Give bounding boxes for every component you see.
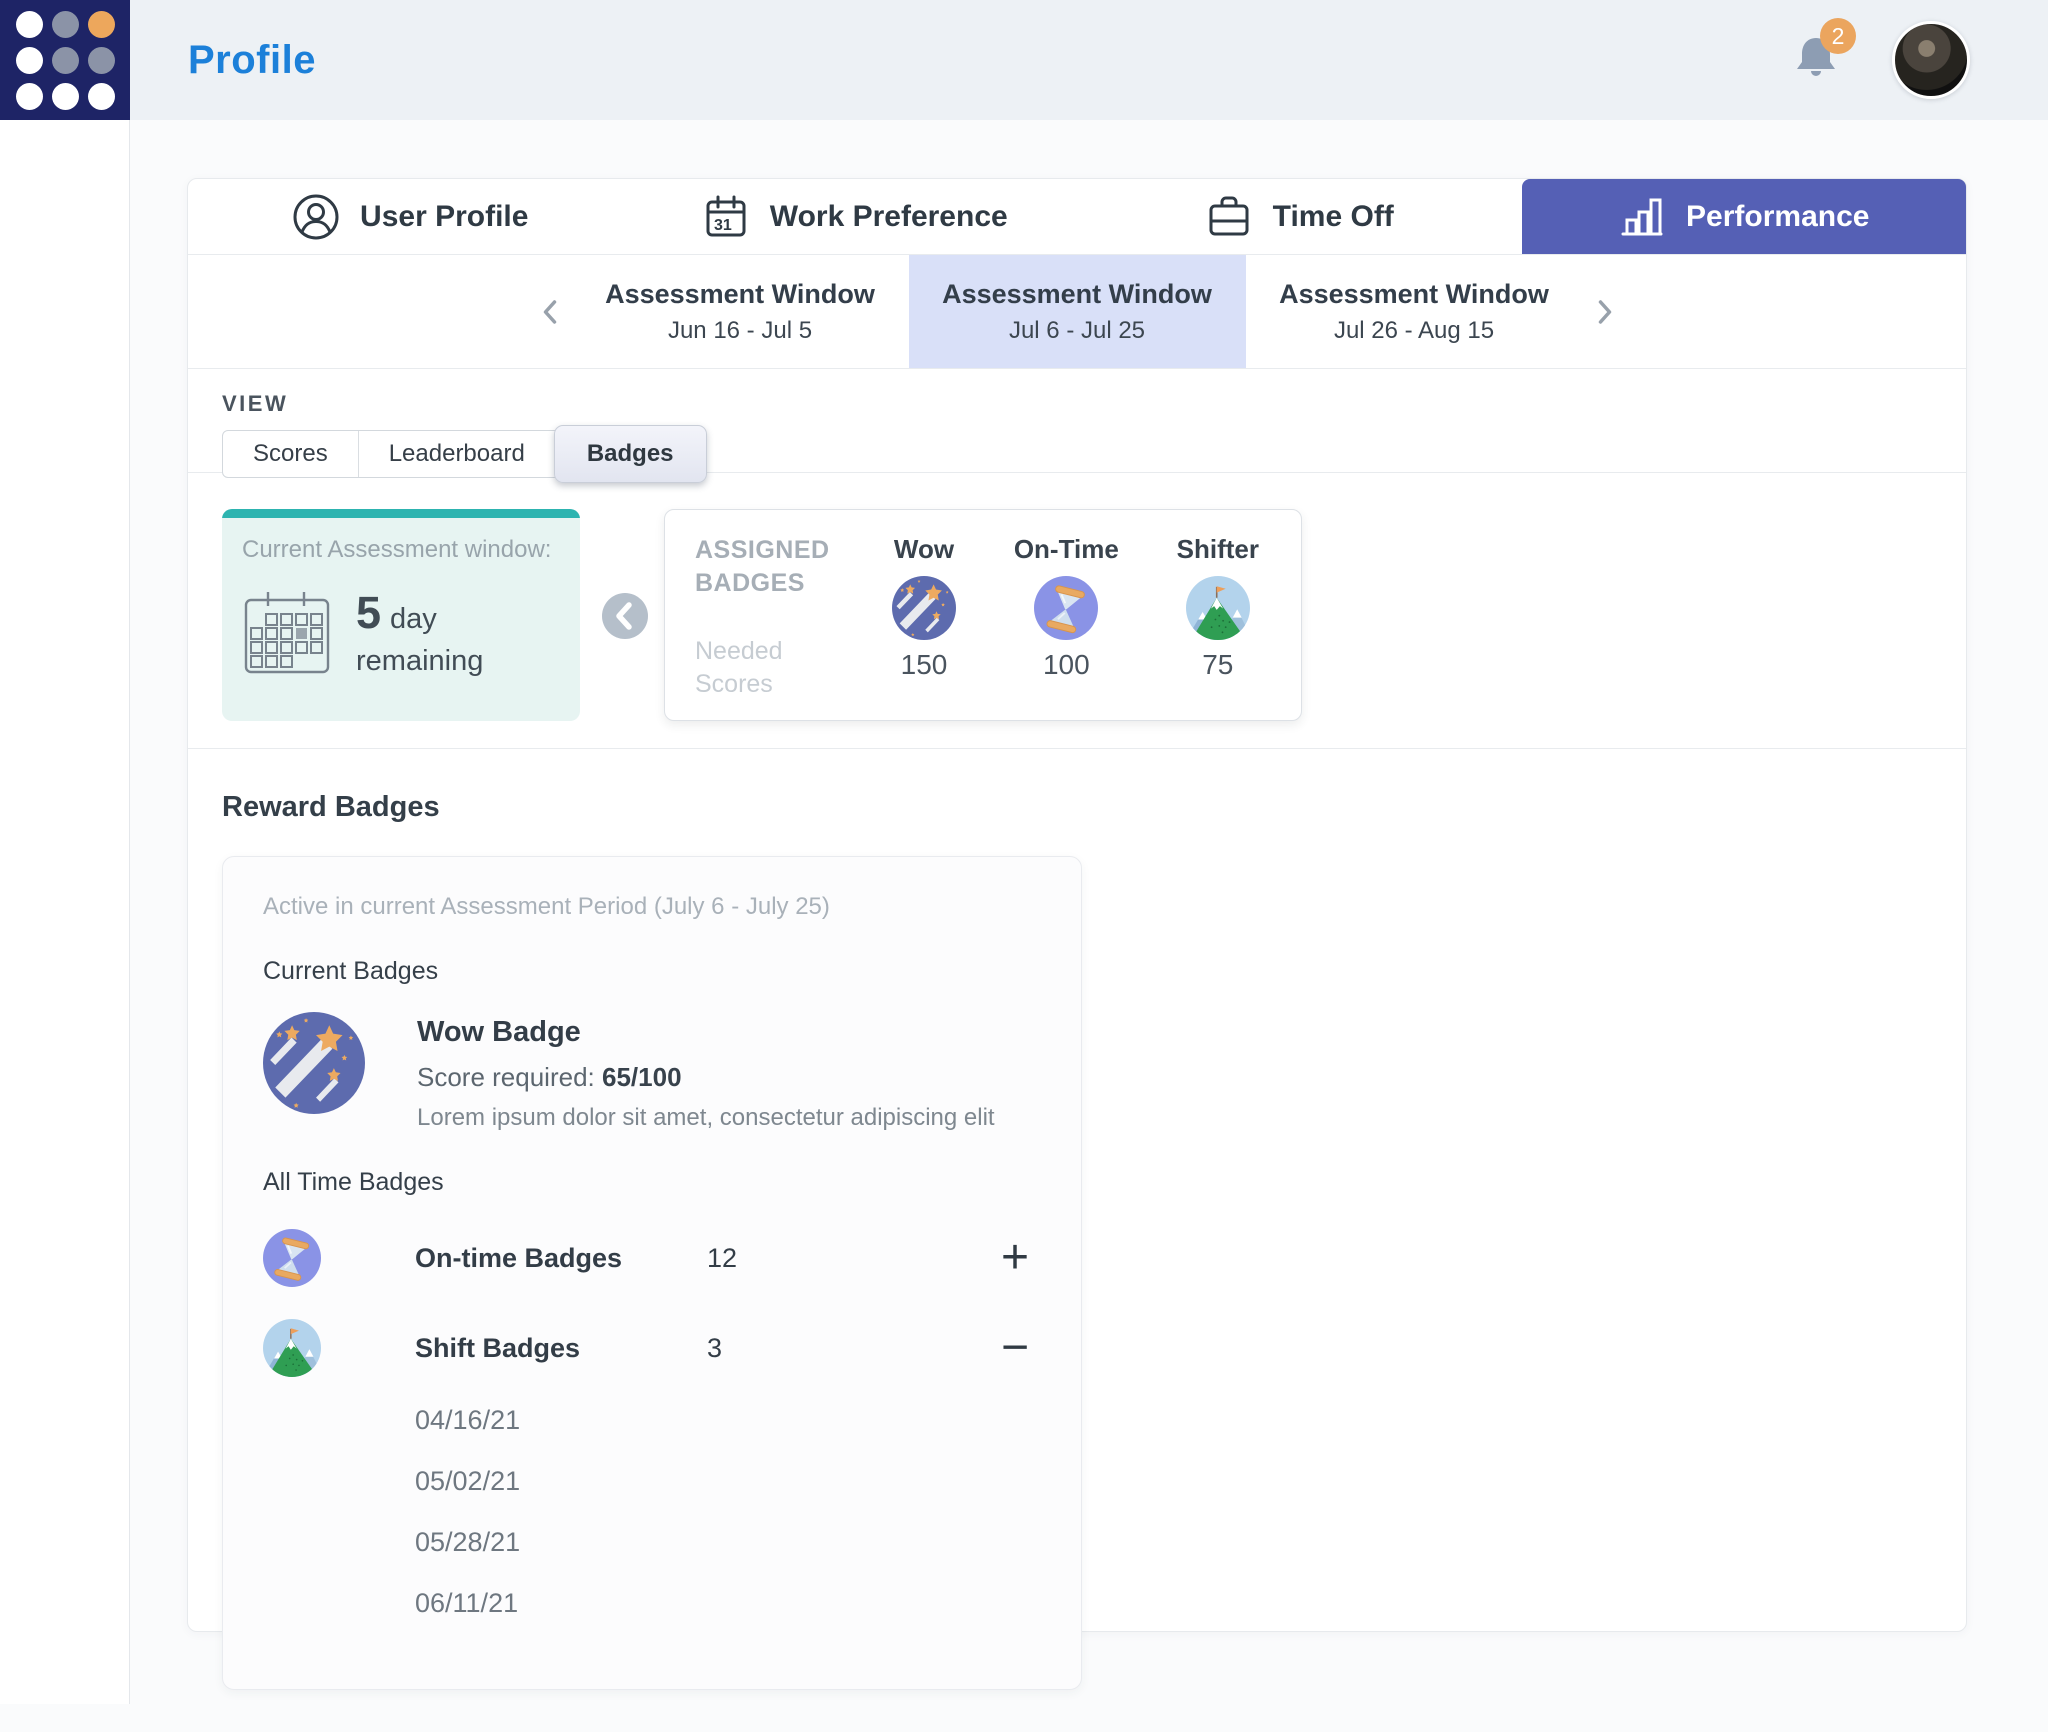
assessment-window-3[interactable]: Assessment Window Jul 26 - Aug 15	[1246, 255, 1583, 368]
calendar-large-icon	[242, 588, 332, 676]
view-label: VIEW	[222, 391, 1966, 417]
chevron-left-circle-icon	[602, 593, 648, 639]
assessment-window-2-selected[interactable]: Assessment Window Jul 6 - Jul 25	[909, 255, 1246, 368]
user-icon	[292, 193, 340, 241]
tab-label: User Profile	[360, 200, 528, 234]
current-badge-description: Lorem ipsum dolor sit amet, consectetur …	[417, 1104, 995, 1132]
chevron-right-icon	[1591, 298, 1619, 326]
window-dates: Jul 6 - Jul 25	[1009, 317, 1145, 345]
bar-chart-icon	[1618, 193, 1666, 241]
app-header: Profile 2	[0, 0, 2048, 120]
badge-date: 05/02/21	[415, 1466, 1041, 1497]
badge-name: Shifter	[1177, 534, 1259, 565]
shift-badge-dates-list: 04/16/21 05/02/21 05/28/21 06/11/21	[415, 1405, 1041, 1619]
notification-count-badge: 2	[1820, 18, 1856, 54]
current-badge-score: Score required: 65/100	[417, 1062, 995, 1093]
badge-needed-score: 75	[1202, 649, 1233, 681]
next-window-button[interactable]	[1583, 255, 1627, 368]
active-period-note: Active in current Assessment Period (Jul…	[263, 893, 1041, 921]
assigned-badges-card: ASSIGNED BADGES Needed Scores Wow 150 On…	[664, 509, 1302, 721]
all-time-badge-count: 12	[707, 1243, 797, 1274]
main-area: User Profile Work Preference Time Off Pe…	[130, 120, 2048, 1704]
view-segmented-control: Scores Leaderboard Badges	[222, 430, 706, 478]
tab-performance[interactable]: Performance	[1522, 179, 1967, 254]
current-badge-name: Wow Badge	[417, 1016, 995, 1049]
window-dates: Jul 26 - Aug 15	[1334, 317, 1494, 345]
days-remaining-text: 5 day remaining	[356, 584, 483, 680]
reward-badges-card: Active in current Assessment Period (Jul…	[222, 856, 1082, 1690]
collapse-button[interactable]: −	[1001, 1328, 1041, 1368]
assigned-badge-shifter: Shifter 75	[1177, 534, 1259, 700]
teal-accent-bar	[222, 509, 580, 518]
view-option-leaderboard[interactable]: Leaderboard	[359, 431, 556, 477]
wow-badge-icon	[263, 1012, 365, 1114]
assessment-window-selector: Assessment Window Jun 16 - Jul 5 Assessm…	[188, 255, 1966, 369]
all-time-badge-name: Shift Badges	[415, 1333, 707, 1364]
badge-needed-score: 150	[901, 649, 948, 681]
all-time-row-ontime: On-time Badges 12 +	[263, 1229, 1041, 1287]
badge-name: Wow	[894, 534, 954, 565]
assessment-window-1[interactable]: Assessment Window Jun 16 - Jul 5	[572, 255, 909, 368]
assigned-badge-wow: Wow 150	[892, 534, 956, 700]
score-required-label: Score required:	[417, 1062, 595, 1092]
profile-tabs: User Profile Work Preference Time Off Pe…	[188, 179, 1966, 255]
notifications-button[interactable]: 2	[1792, 32, 1840, 88]
summary-row: Current Assessment window: 5 day remainin…	[188, 473, 1966, 721]
hourglass-badge-icon	[1034, 576, 1098, 640]
window-title: Assessment Window	[605, 279, 875, 310]
all-time-badge-name: On-time Badges	[415, 1243, 707, 1274]
remaining-label: remaining	[356, 643, 483, 681]
needed-scores-label: Needed Scores	[695, 635, 810, 700]
briefcase-icon	[1205, 193, 1253, 241]
view-option-badges-selected[interactable]: Badges	[554, 425, 707, 483]
assigned-badge-ontime: On-Time 100	[1014, 534, 1119, 700]
expand-button[interactable]: +	[1001, 1238, 1041, 1278]
mountain-badge-icon	[1186, 576, 1250, 640]
calendar-icon	[702, 193, 750, 241]
all-time-badges-label: All Time Badges	[263, 1168, 1041, 1197]
tab-user-profile[interactable]: User Profile	[188, 179, 633, 254]
current-window-label: Current Assessment window:	[242, 536, 560, 564]
profile-card: User Profile Work Preference Time Off Pe…	[187, 178, 1967, 1632]
user-avatar[interactable]	[1892, 21, 1970, 99]
days-unit: day	[390, 603, 437, 635]
hourglass-badge-icon	[263, 1229, 321, 1287]
wow-badge-icon	[892, 576, 956, 640]
reward-badges-heading: Reward Badges	[222, 791, 1932, 824]
badge-name: On-Time	[1014, 534, 1119, 565]
score-required-value: 65/100	[602, 1062, 682, 1092]
window-title: Assessment Window	[1279, 279, 1549, 310]
window-dates: Jun 16 - Jul 5	[668, 317, 812, 345]
left-sidebar	[0, 120, 130, 1704]
days-value: 5	[356, 587, 381, 638]
logo-dots-icon	[16, 11, 115, 110]
tab-label: Time Off	[1273, 200, 1394, 234]
previous-window-button[interactable]	[528, 255, 572, 368]
reward-badges-section: Reward Badges Active in current Assessme…	[188, 749, 1966, 1732]
view-switcher-row: VIEW Scores Leaderboard Badges	[188, 369, 1966, 473]
view-option-scores[interactable]: Scores	[223, 431, 359, 477]
badge-date: 06/11/21	[415, 1588, 1041, 1619]
current-badges-label: Current Badges	[263, 957, 1041, 986]
window-title: Assessment Window	[942, 279, 1212, 310]
assigned-badges-title: ASSIGNED BADGES	[695, 534, 865, 599]
tab-label: Work Preference	[770, 200, 1008, 234]
mountain-badge-icon	[263, 1319, 321, 1377]
badge-date: 04/16/21	[415, 1405, 1041, 1436]
app-logo[interactable]	[0, 0, 130, 120]
current-assessment-card: Current Assessment window: 5 day remainin…	[222, 509, 580, 721]
collapse-panel-button[interactable]	[602, 593, 648, 639]
tab-time-off[interactable]: Time Off	[1077, 179, 1522, 254]
all-time-badge-count: 3	[707, 1333, 797, 1364]
page-title: Profile	[188, 38, 316, 83]
tab-label: Performance	[1686, 200, 1869, 234]
all-time-row-shift: Shift Badges 3 −	[263, 1319, 1041, 1377]
badge-date: 05/28/21	[415, 1527, 1041, 1558]
chevron-left-icon	[536, 298, 564, 326]
current-badge-row: Wow Badge Score required: 65/100 Lorem i…	[263, 1012, 1041, 1132]
tab-work-preference[interactable]: Work Preference	[633, 179, 1078, 254]
badge-needed-score: 100	[1043, 649, 1090, 681]
